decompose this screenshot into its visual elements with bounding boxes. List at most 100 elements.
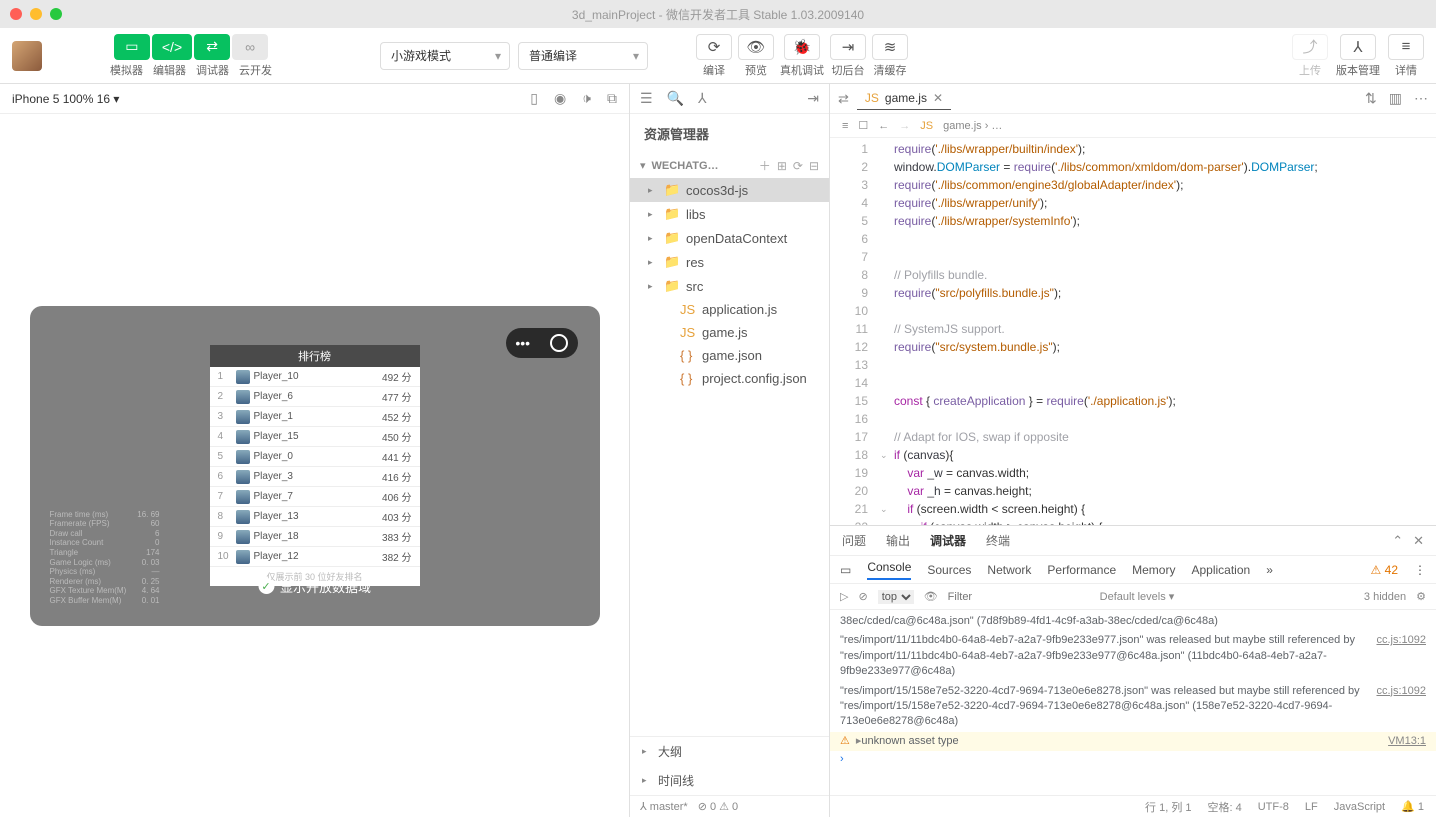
version-button[interactable]: ⅄ xyxy=(1340,34,1376,60)
console-prompt[interactable]: › xyxy=(830,751,1436,767)
details-button[interactable]: ≡ xyxy=(1388,34,1424,60)
debugger-tab[interactable]: 调试器 xyxy=(930,528,966,553)
detach-icon[interactable]: ⧉ xyxy=(607,90,617,107)
collapse-all-icon[interactable]: ⊟ xyxy=(809,159,819,173)
close-tab-icon[interactable]: ✕ xyxy=(933,91,943,105)
encoding-ind[interactable]: UTF-8 xyxy=(1258,801,1289,813)
console-subtab[interactable]: Console xyxy=(867,560,911,580)
clear-console-icon[interactable]: ⊘ xyxy=(858,590,867,603)
leaderboard-title: 排行榜 xyxy=(210,345,420,367)
console-settings-icon[interactable]: ⚙ xyxy=(1416,590,1426,603)
close-window[interactable] xyxy=(10,8,22,20)
sim-screen[interactable]: ••• 排行榜 1Player_10492 分2Player_6477 分3Pl… xyxy=(30,306,600,626)
nav-fwd-icon[interactable]: → xyxy=(899,120,910,132)
perf-subtab[interactable]: Performance xyxy=(1047,563,1116,577)
tree-item[interactable]: ▸📁cocos3d-js xyxy=(630,178,829,202)
panel-close-icon[interactable]: ✕ xyxy=(1413,533,1424,549)
warn-count[interactable]: ⚠ 42 xyxy=(1371,563,1398,577)
live-icon[interactable]: 👁 xyxy=(924,590,938,603)
simulator-toggle[interactable]: ▭ xyxy=(114,34,150,60)
source-link[interactable]: cc.js:1092 xyxy=(1376,684,1426,730)
source-link[interactable]: VM13:1 xyxy=(1388,734,1426,749)
tree-item[interactable]: ▸📁openDataContext xyxy=(630,226,829,250)
file-tab[interactable]: JSgame.js✕ xyxy=(857,87,951,110)
leaderboard-row: 4Player_15450 分 xyxy=(210,427,420,447)
debugger-label: 调试器 xyxy=(196,62,229,78)
lang-ind[interactable]: JavaScript xyxy=(1334,801,1385,813)
compile-select[interactable]: 普通编译 xyxy=(518,42,648,70)
application-subtab[interactable]: Application xyxy=(1191,563,1250,577)
tree-item[interactable]: { }game.json xyxy=(630,344,829,367)
terminal-tab[interactable]: 终端 xyxy=(986,528,1010,553)
avatar[interactable] xyxy=(12,41,42,71)
new-file-icon[interactable]: ＋ xyxy=(759,157,771,174)
tree-item[interactable]: ▸📁src xyxy=(630,274,829,298)
capsule-button[interactable]: ••• xyxy=(506,328,578,358)
tree-item[interactable]: ▸📁libs xyxy=(630,202,829,226)
panel-up-icon[interactable]: ⌃ xyxy=(1392,533,1403,549)
editor-toggle[interactable]: </> xyxy=(152,34,192,60)
levels-select[interactable]: Default levels ▾ xyxy=(1100,590,1175,603)
hidden-count[interactable]: 3 hidden xyxy=(1364,591,1406,603)
sources-subtab[interactable]: Sources xyxy=(927,563,971,577)
context-select[interactable]: top xyxy=(878,590,914,604)
tree-item[interactable]: ▸📁res xyxy=(630,250,829,274)
upload-button[interactable]: ⤴ xyxy=(1292,34,1328,60)
cloud-label: 云开发 xyxy=(239,62,272,78)
git-branch[interactable]: ⅄ master* xyxy=(640,800,688,813)
device-select[interactable]: iPhone 5 100% 16 ▾ xyxy=(12,92,119,106)
problems-tab[interactable]: 问题 xyxy=(842,528,866,553)
split-icon[interactable]: ▥ xyxy=(1389,90,1402,107)
eol-ind[interactable]: LF xyxy=(1305,801,1318,813)
more-icon[interactable]: ⋯ xyxy=(1414,90,1428,107)
cloud-toggle[interactable]: ∞ xyxy=(232,34,268,60)
explorer-collapse-icon[interactable]: ⇥ xyxy=(807,90,819,107)
device-icon[interactable]: ▯ xyxy=(530,90,538,107)
spaces-ind[interactable]: 空格: 4 xyxy=(1208,799,1242,815)
outline-section[interactable]: ▸大纲 xyxy=(630,737,829,766)
nav-back-icon[interactable]: ← xyxy=(878,120,889,132)
timeline-section[interactable]: ▸时间线 xyxy=(630,766,829,795)
mode-select[interactable]: 小游戏模式 xyxy=(380,42,510,70)
tree-header[interactable]: ▾WECHATG… ＋ ⊞ ⟳ ⊟ xyxy=(630,153,829,178)
explorer-title: 资源管理器 xyxy=(630,114,829,153)
mute-icon[interactable]: 🕩 xyxy=(582,90,591,107)
code-editor[interactable]: 1require('./libs/wrapper/builtin/index')… xyxy=(830,138,1436,525)
preview-button[interactable]: 👁 xyxy=(738,34,774,60)
devtools-menu-icon[interactable]: ⋮ xyxy=(1414,563,1426,577)
new-folder-icon[interactable]: ⊞ xyxy=(777,159,787,173)
explorer-branch-icon[interactable]: ⅄ xyxy=(698,90,707,107)
diff-icon[interactable]: ⇄ xyxy=(838,91,849,107)
bell-ind[interactable]: 🔔 1 xyxy=(1401,800,1424,813)
leaderboard-panel: 排行榜 1Player_10492 分2Player_6477 分3Player… xyxy=(210,345,420,586)
tree-item[interactable]: JSgame.js xyxy=(630,321,829,344)
compile-button[interactable]: ⟳ xyxy=(696,34,732,60)
perf-stats: Frame time (ms)16. 69Framerate (FPS)60Dr… xyxy=(50,510,160,606)
refresh-icon[interactable]: ⟳ xyxy=(793,159,803,173)
output-tab[interactable]: 输出 xyxy=(886,528,910,553)
clear-cache-button[interactable]: ≋ xyxy=(872,34,908,60)
menu-icon[interactable]: ≡ xyxy=(842,120,848,132)
maximize-window[interactable] xyxy=(50,8,62,20)
network-subtab[interactable]: Network xyxy=(987,563,1031,577)
explorer-search-icon[interactable]: 🔍 xyxy=(667,90,684,107)
problems-count[interactable]: ⊘ 0 ⚠ 0 xyxy=(698,800,738,813)
filter-input[interactable] xyxy=(948,591,1090,603)
record-icon[interactable]: ◉ xyxy=(554,90,566,107)
debugger-toggle[interactable]: ⇄ xyxy=(194,34,230,60)
compare-icon[interactable]: ⇅ xyxy=(1365,90,1377,107)
memory-subtab[interactable]: Memory xyxy=(1132,563,1175,577)
tree-item[interactable]: JSapplication.js xyxy=(630,298,829,321)
bookmark-icon[interactable]: ☐ xyxy=(858,119,868,132)
cursor-pos[interactable]: 行 1, 列 1 xyxy=(1145,799,1191,815)
run-icon[interactable]: ▷ xyxy=(840,590,848,603)
remote-debug-button[interactable]: 🐞 xyxy=(784,34,820,60)
breadcrumb[interactable]: game.js › … xyxy=(943,120,1002,132)
minimize-window[interactable] xyxy=(30,8,42,20)
source-link[interactable]: cc.js:1092 xyxy=(1376,633,1426,679)
more-subtab[interactable]: » xyxy=(1266,563,1273,577)
tree-item[interactable]: { }project.config.json xyxy=(630,367,829,390)
background-button[interactable]: ⇥ xyxy=(830,34,866,60)
inspect-icon[interactable]: ▭ xyxy=(840,563,851,577)
explorer-list-icon[interactable]: ☰ xyxy=(640,90,653,107)
